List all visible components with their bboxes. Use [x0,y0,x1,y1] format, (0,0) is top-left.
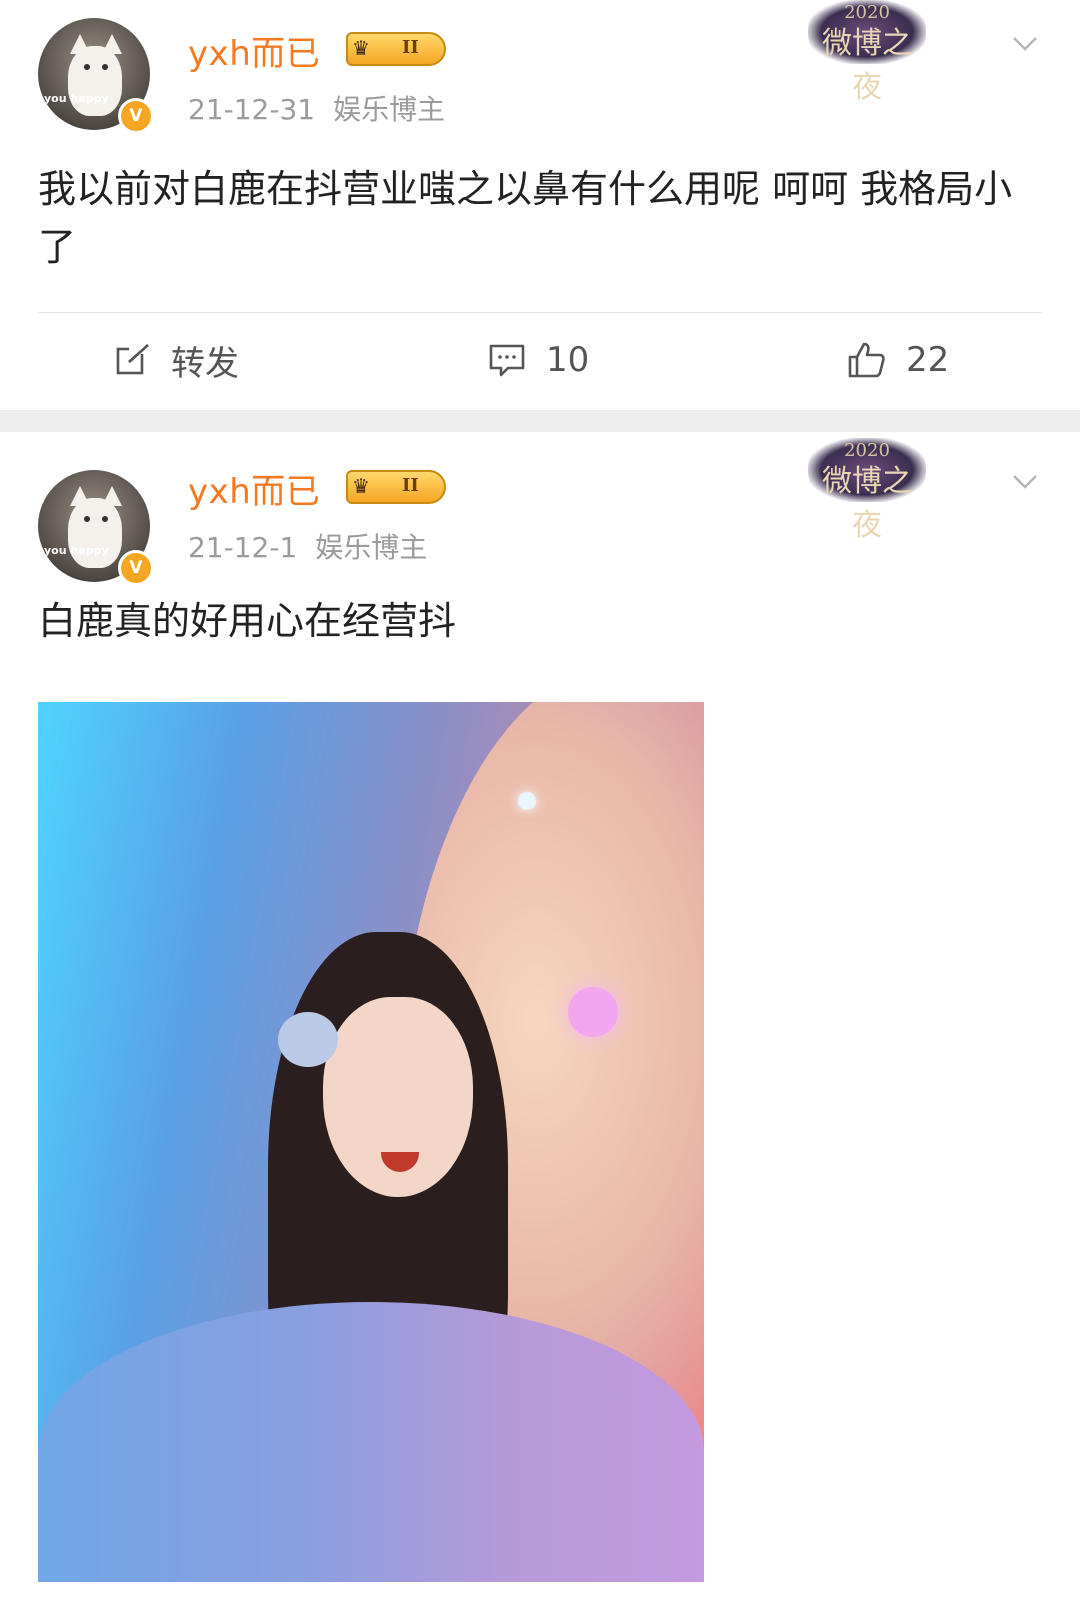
weibo-night-badge: 2020 微博之夜 [808,438,926,543]
repost-label: 转发 [171,343,239,384]
comment-icon [489,344,525,377]
user-category: 娱乐博主 [333,93,446,126]
like-button[interactable]: 22 [846,338,949,382]
divider [38,312,1042,313]
thumbs-up-icon [848,342,885,378]
post-meta: 21-12-31 娱乐博主 [188,88,463,128]
post-text: 白鹿真的好用心在经营抖 [38,599,457,643]
crown-icon: ♛ [352,36,370,60]
avatar-caption: you happy [44,92,109,105]
chevron-down-icon[interactable] [1012,468,1038,494]
weibo-post-2: you happy V yxh而已 ♛ II 21-12-1 娱乐博主 2020 … [0,432,1080,1618]
chevron-down-icon[interactable] [1012,30,1038,56]
post-date: 21-12-1 [188,531,298,564]
like-count: 22 [906,340,950,380]
username[interactable]: yxh而已 [188,26,320,75]
post-text: 我以前对白鹿在抖营业嗤之以鼻有什么用呢 呵呵 我格局小了 [38,167,1013,269]
repost-button[interactable]: 转发 [115,338,239,384]
comment-button[interactable]: 10 [488,338,589,382]
comment-count: 10 [546,340,590,380]
username[interactable]: yxh而已 [188,464,320,513]
post-image[interactable] [38,702,704,1582]
repost-icon [116,344,149,375]
verified-badge-icon: V [118,98,154,134]
verified-badge-icon: V [118,550,154,586]
weibo-post-1: you happy V yxh而已 ♛ II 21-12-31 娱乐博主 2020… [0,0,1080,410]
post-separator [0,410,1080,432]
user-category: 娱乐博主 [315,531,428,564]
post-date: 21-12-31 [188,93,316,126]
crown-level-badge[interactable]: ♛ II [346,32,446,66]
crown-level-badge[interactable]: ♛ II [346,470,446,504]
crown-icon: ♛ [352,474,370,498]
avatar-caption: you happy [44,544,109,557]
weibo-night-badge: 2020 微博之夜 [808,0,926,105]
post-meta: 21-12-1 娱乐博主 [188,526,445,566]
